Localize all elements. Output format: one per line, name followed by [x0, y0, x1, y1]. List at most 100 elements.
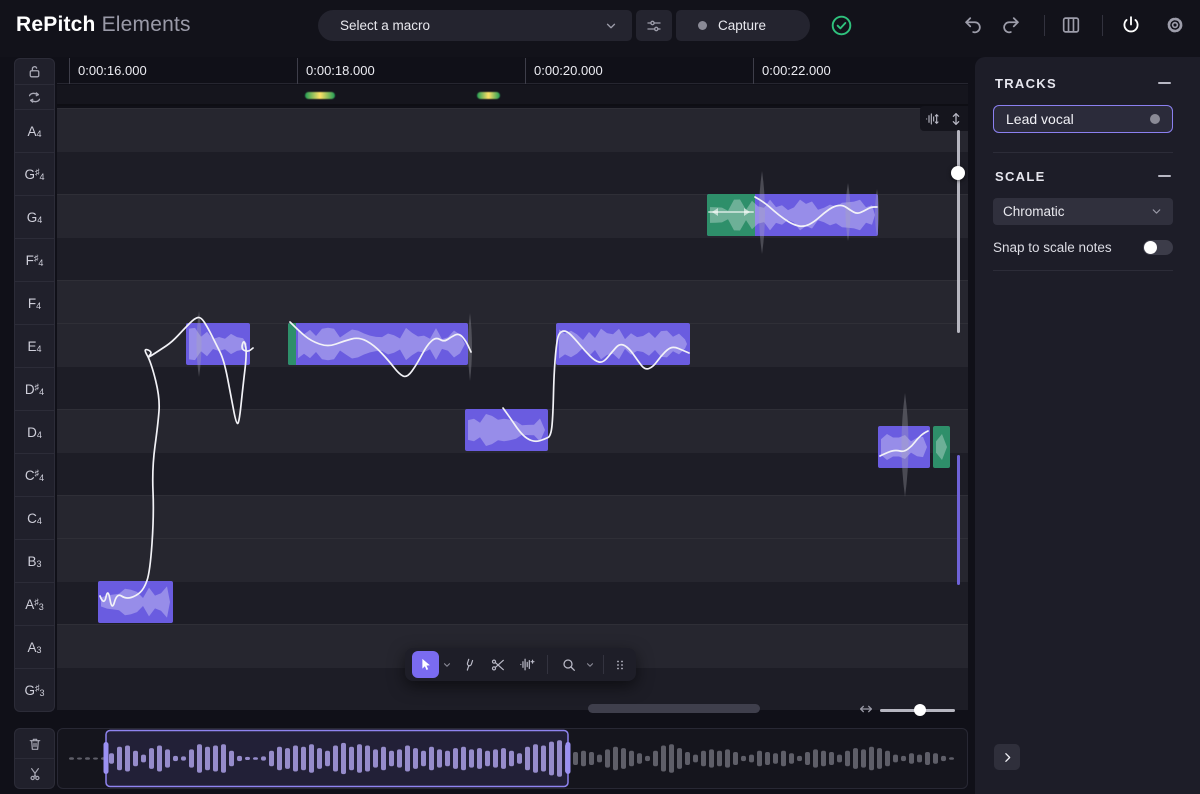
chevron-down-icon[interactable] — [441, 660, 453, 670]
waveform-zoom-icon[interactable] — [924, 111, 940, 127]
pitch-tool[interactable] — [455, 651, 482, 678]
pitch-block[interactable] — [556, 323, 690, 365]
sliders-icon — [645, 17, 663, 35]
zoom-tool[interactable] — [555, 651, 582, 678]
select-tool[interactable] — [412, 651, 439, 678]
note-label-ds4[interactable]: D♯4 — [14, 368, 55, 411]
pitch-block[interactable] — [186, 323, 250, 365]
timeline-ruler[interactable]: 0:00:16.0000:00:18.0000:00:20.0000:00:22… — [57, 58, 968, 84]
track-name: Lead vocal — [1006, 111, 1150, 127]
view-mini-toolbar — [920, 106, 968, 131]
lock-open-icon — [26, 63, 43, 80]
capture-button[interactable]: Capture — [676, 10, 810, 41]
note-label-g4[interactable]: G4 — [14, 196, 55, 239]
toggle-knob — [1144, 241, 1157, 254]
chevron-down-icon[interactable] — [584, 660, 596, 670]
note-label-as3[interactable]: A♯3 — [14, 583, 55, 626]
brand-bold: RePitch — [16, 13, 96, 36]
pitch-block[interactable] — [707, 194, 878, 236]
track-item-lead-vocal[interactable]: Lead vocal — [993, 105, 1173, 133]
split-button[interactable] — [14, 759, 55, 789]
pitch-block[interactable] — [98, 581, 173, 623]
redo-button[interactable] — [999, 13, 1023, 37]
piano-row-4 — [57, 280, 968, 323]
ruler-tick — [297, 58, 298, 84]
piano-row-0 — [57, 108, 968, 151]
arrows-left-right-icon — [858, 703, 874, 715]
note-label-a3[interactable]: A3 — [14, 626, 55, 669]
ruler-tick-label: 0:00:18.000 — [306, 63, 375, 78]
pitch-editor: 0:00:16.0000:00:18.0000:00:20.0000:00:22… — [57, 58, 968, 729]
top-bar: RePitch Elements Select a macro Capture — [0, 0, 1200, 57]
snap-toggle[interactable] — [1143, 240, 1173, 255]
tracks-header: TRACKS — [995, 76, 1057, 91]
chevron-right-icon — [1001, 751, 1014, 764]
brand-light: Elements — [102, 13, 191, 36]
track-status-dot — [1150, 114, 1160, 124]
trash-icon — [27, 736, 43, 752]
horizontal-zoom-knob[interactable] — [914, 704, 926, 716]
snap-label: Snap to scale notes — [993, 240, 1143, 255]
pitch-block[interactable] — [878, 426, 930, 468]
ruler-tick-label: 0:00:22.000 — [762, 63, 831, 78]
piano-row-11 — [57, 581, 968, 624]
layout-columns-button[interactable] — [1059, 13, 1083, 37]
snap-to-scale-row: Snap to scale notes — [993, 237, 1173, 257]
scale-value: Chromatic — [1003, 204, 1150, 219]
audio-overview[interactable] — [57, 728, 968, 789]
pitch-accuracy-marker — [305, 92, 335, 99]
pitch-accuracy-strip — [57, 85, 968, 106]
undo-button[interactable] — [961, 13, 985, 37]
warp-tool[interactable] — [513, 651, 540, 678]
piano-row-3 — [57, 237, 968, 280]
right-panel: TRACKS Lead vocal SCALE Chromatic Snap t… — [975, 57, 1200, 794]
pitch-block[interactable] — [933, 426, 950, 468]
note-label-column: A4G♯4G4F♯4F4E4D♯4D4C♯4C4B3A♯3A3G♯3 — [14, 110, 55, 712]
macro-select[interactable]: Select a macro — [318, 10, 632, 41]
note-label-gs3[interactable]: G♯3 — [14, 669, 55, 712]
repitch-window: RePitch Elements Select a macro Capture — [0, 0, 1200, 794]
horizontal-scrollbar[interactable] — [588, 704, 760, 713]
note-label-f4[interactable]: F4 — [14, 282, 55, 325]
note-label-e4[interactable]: E4 — [14, 325, 55, 368]
collapse-scale-button[interactable] — [1158, 169, 1172, 183]
expand-panel-button[interactable] — [994, 744, 1020, 770]
loop-button[interactable] — [14, 85, 55, 110]
note-label-c4[interactable]: C4 — [14, 497, 55, 540]
note-label-fs4[interactable]: F♯4 — [14, 239, 55, 282]
selection-handle-left[interactable] — [104, 742, 109, 774]
toolbar-divider — [1044, 15, 1045, 36]
tool-palette — [405, 648, 636, 681]
chevron-down-icon — [604, 19, 618, 33]
note-label-gs4[interactable]: G♯4 — [14, 153, 55, 196]
delete-button[interactable] — [14, 728, 55, 759]
vertical-scrollbar[interactable] — [957, 455, 961, 585]
panel-divider — [993, 152, 1173, 153]
note-label-b3[interactable]: B3 — [14, 540, 55, 583]
collapse-tracks-button[interactable] — [1158, 76, 1172, 90]
power-button[interactable] — [1119, 13, 1143, 37]
repeat-icon — [26, 89, 43, 106]
record-dot-icon — [698, 21, 707, 30]
piano-row-6 — [57, 366, 968, 409]
cut-tool[interactable] — [484, 651, 511, 678]
note-label-d4[interactable]: D4 — [14, 411, 55, 454]
lock-button[interactable] — [14, 58, 55, 85]
pitch-block[interactable] — [465, 409, 548, 451]
scale-dropdown[interactable]: Chromatic — [993, 198, 1173, 225]
note-label-a4[interactable]: A4 — [14, 110, 55, 153]
ruler-tick-label: 0:00:16.000 — [78, 63, 147, 78]
note-label-cs4[interactable]: C♯4 — [14, 454, 55, 497]
vertical-zoom-knob[interactable] — [951, 166, 965, 180]
gear-button[interactable] — [1163, 13, 1187, 37]
vertical-zoom-slider[interactable] — [957, 130, 960, 333]
arrows-up-down-icon[interactable] — [948, 111, 964, 127]
selection-handle-right[interactable] — [566, 742, 571, 774]
app-logo: RePitch Elements — [16, 13, 191, 37]
overview-selection[interactable] — [106, 731, 568, 787]
pitch-block[interactable] — [288, 323, 468, 365]
grip-handle[interactable] — [611, 651, 629, 678]
scale-header: SCALE — [995, 169, 1046, 184]
piano-row-8 — [57, 452, 968, 495]
macro-settings-button[interactable] — [636, 10, 672, 41]
